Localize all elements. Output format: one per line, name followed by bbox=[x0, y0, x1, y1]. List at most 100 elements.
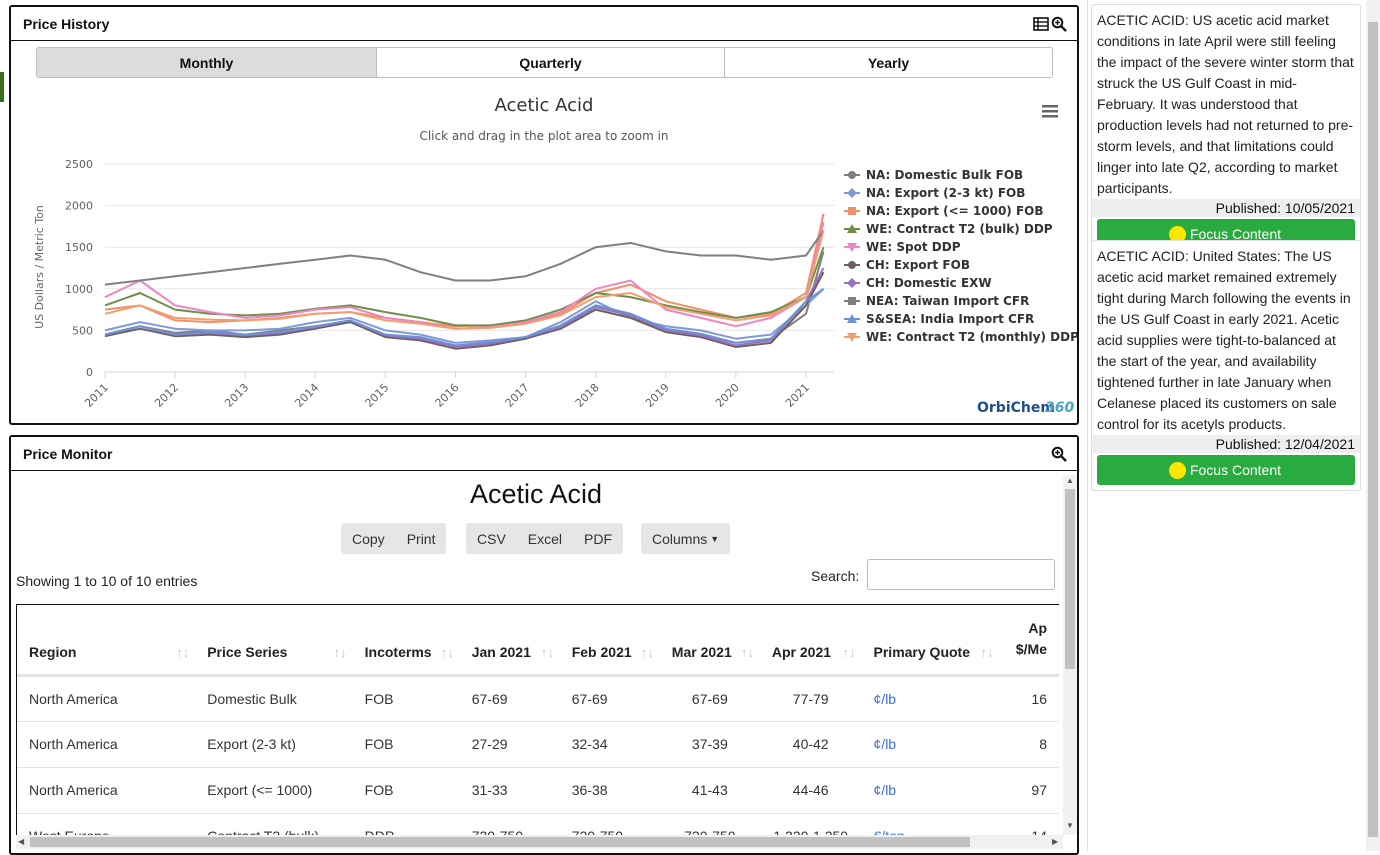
series-line[interactable] bbox=[104, 230, 825, 286]
page-scroll-thumb[interactable] bbox=[1368, 22, 1378, 837]
legend-item[interactable]: NA: Export (2-3 kt) FOB bbox=[844, 186, 1025, 200]
columns-button[interactable]: Columns ▼ bbox=[641, 523, 730, 554]
table-row: North America Domestic Bulk FOB 67-69 67-69 6… bbox=[17, 675, 1059, 722]
table-cell: 32-34 bbox=[559, 721, 660, 768]
scroll-right-icon[interactable]: ▶ bbox=[1052, 837, 1058, 846]
table-cell: 37-39 bbox=[659, 721, 760, 768]
table-view-icon[interactable] bbox=[1033, 16, 1049, 32]
brand-text: OrbiChem bbox=[977, 400, 1055, 416]
legend-marker bbox=[848, 297, 856, 305]
legend-marker bbox=[847, 188, 857, 198]
table-vertical-scrollbar[interactable]: ▲ ▼ bbox=[1063, 475, 1077, 835]
zoom-icon[interactable] bbox=[1051, 446, 1067, 462]
table-cell: 36-38 bbox=[559, 767, 660, 814]
left-edge-accent bbox=[0, 72, 4, 102]
page-scrollbar[interactable] bbox=[1366, 0, 1380, 851]
col-primary-quote[interactable]: Primary Quote ↑↓ bbox=[861, 605, 1000, 677]
news-card: ACETIC ACID: United States: The US aceti… bbox=[1091, 240, 1361, 491]
print-button[interactable]: Print bbox=[396, 523, 447, 554]
x-tick-label: 2017 bbox=[503, 381, 532, 410]
col-price-series[interactable]: Price Series ↑↓ bbox=[195, 605, 353, 677]
search-label: Search: bbox=[811, 568, 860, 584]
chart-menu-icon[interactable] bbox=[1042, 105, 1058, 118]
table-horizontal-scrollbar[interactable]: ◀ ▶ bbox=[16, 835, 1063, 849]
sort-icon: ↑↓ bbox=[333, 644, 347, 660]
tab-quarterly[interactable]: Quarterly bbox=[377, 48, 725, 77]
pdf-button[interactable]: PDF bbox=[573, 523, 623, 554]
sort-icon: ↑↓ bbox=[176, 644, 190, 660]
table-row: North America Export (2-3 kt) FOB 27-29 32-3… bbox=[17, 721, 1059, 768]
primary-quote-link[interactable]: ¢/lb bbox=[861, 767, 1000, 814]
primary-quote-link[interactable]: ¢/lb bbox=[861, 675, 1000, 722]
col-incoterms[interactable]: Incoterms ↑↓ bbox=[352, 605, 460, 677]
table-cell: 77-79 bbox=[759, 675, 862, 722]
col-jan-2021[interactable]: Jan 2021 ↑↓ bbox=[459, 605, 560, 677]
table-cell: FOB bbox=[352, 767, 460, 814]
focus-content-button[interactable]: Focus Content bbox=[1097, 455, 1355, 485]
legend-item[interactable]: NA: Export (<= 1000) FOB bbox=[844, 204, 1044, 218]
legend-label: WE: Contract T2 (monthly) DDP bbox=[866, 330, 1077, 344]
y-tick-label: 2000 bbox=[65, 200, 93, 213]
x-tick-label: 2011 bbox=[82, 381, 111, 410]
series-line[interactable] bbox=[104, 213, 825, 328]
columns-dropdown[interactable]: Columns ▼ bbox=[641, 523, 731, 554]
scroll-thumb[interactable] bbox=[1065, 489, 1075, 669]
brand-number: 360 bbox=[1045, 400, 1074, 416]
csv-button[interactable]: CSV bbox=[466, 523, 517, 554]
scroll-up-icon[interactable]: ▲ bbox=[1066, 476, 1074, 485]
legend-item[interactable]: WE: Contract T2 (monthly) DDP bbox=[844, 330, 1077, 344]
tab-yearly[interactable]: Yearly bbox=[725, 48, 1052, 77]
scroll-down-icon[interactable]: ▼ bbox=[1066, 821, 1074, 830]
sort-icon: ↑↓ bbox=[740, 644, 754, 660]
news-text: ACETIC ACID: United States: The US aceti… bbox=[1097, 248, 1351, 432]
legend-item[interactable]: CH: Domestic EXW bbox=[844, 276, 992, 290]
orbichem-logo: OrbiChem 360 bbox=[977, 400, 1074, 416]
price-table: Region ↑↓ Price Series ↑↓ Incoterms ↑↓ Jan … bbox=[17, 605, 1059, 844]
series-line[interactable] bbox=[104, 246, 825, 327]
legend-label: WE: Spot DDP bbox=[866, 240, 961, 254]
price-monitor-title: Price Monitor bbox=[23, 446, 113, 462]
table-cell: FOB bbox=[352, 675, 460, 722]
y-tick-label: 2500 bbox=[65, 158, 93, 171]
x-tick-label: 2014 bbox=[292, 381, 321, 410]
table-cell: North America bbox=[17, 721, 196, 768]
legend-item[interactable]: CH: Export FOB bbox=[844, 258, 970, 272]
legend-label: WE: Contract T2 (bulk) DDP bbox=[866, 222, 1053, 236]
scroll-left-icon[interactable]: ◀ bbox=[18, 837, 24, 846]
legend-item[interactable]: WE: Contract T2 (bulk) DDP bbox=[844, 222, 1053, 236]
copy-button[interactable]: Copy bbox=[341, 523, 396, 554]
copy-print-group: Copy Print bbox=[341, 523, 447, 554]
legend-label: NA: Export (<= 1000) FOB bbox=[866, 204, 1044, 218]
col-feb-2021[interactable]: Feb 2021 ↑↓ bbox=[559, 605, 660, 677]
zoom-icon[interactable] bbox=[1051, 16, 1067, 32]
col-region[interactable]: Region ↑↓ bbox=[17, 605, 196, 677]
scroll-thumb[interactable] bbox=[30, 837, 970, 847]
col-apr-2021[interactable]: Apr 2021 ↑↓ bbox=[759, 605, 862, 677]
legend-label: NA: Domestic Bulk FOB bbox=[866, 168, 1023, 182]
legend-label: CH: Export FOB bbox=[866, 258, 970, 272]
period-tabs: Monthly Quarterly Yearly bbox=[36, 47, 1053, 78]
legend-item[interactable]: NEA: Taiwan Import CFR bbox=[844, 294, 1029, 308]
table-cell: 8 bbox=[999, 721, 1059, 768]
col-mar-2021[interactable]: Mar 2021 ↑↓ bbox=[659, 605, 760, 677]
col-apr-usd[interactable]: Ap $/Me bbox=[999, 605, 1059, 677]
legend-item[interactable]: S&SEA: India Import CFR bbox=[844, 312, 1034, 326]
table-cell: Export (<= 1000) bbox=[195, 767, 353, 814]
acetic-acid-chart[interactable]: Acetic Acid Click and drag in the plot a… bbox=[11, 85, 1077, 420]
tab-monthly[interactable]: Monthly bbox=[37, 48, 377, 77]
y-tick-label: 1500 bbox=[65, 241, 93, 254]
table-cell: 97 bbox=[999, 767, 1059, 814]
price-monitor-panel: Price Monitor Acetic Acid Copy Print CSV… bbox=[9, 435, 1079, 855]
table-cell: 40-42 bbox=[759, 721, 862, 768]
primary-quote-link[interactable]: ¢/lb bbox=[861, 721, 1000, 768]
columns-label: Columns bbox=[652, 530, 708, 547]
table-cell: 67-69 bbox=[659, 675, 760, 722]
x-tick-label: 2013 bbox=[222, 381, 251, 410]
excel-button[interactable]: Excel bbox=[517, 523, 573, 554]
legend-item[interactable]: NA: Domestic Bulk FOB bbox=[844, 168, 1023, 182]
search-input[interactable] bbox=[867, 559, 1055, 590]
x-tick-label: 2019 bbox=[643, 381, 672, 410]
legend-item[interactable]: WE: Spot DDP bbox=[844, 240, 961, 254]
legend-label: NA: Export (2-3 kt) FOB bbox=[866, 186, 1025, 200]
legend-marker bbox=[848, 207, 856, 215]
